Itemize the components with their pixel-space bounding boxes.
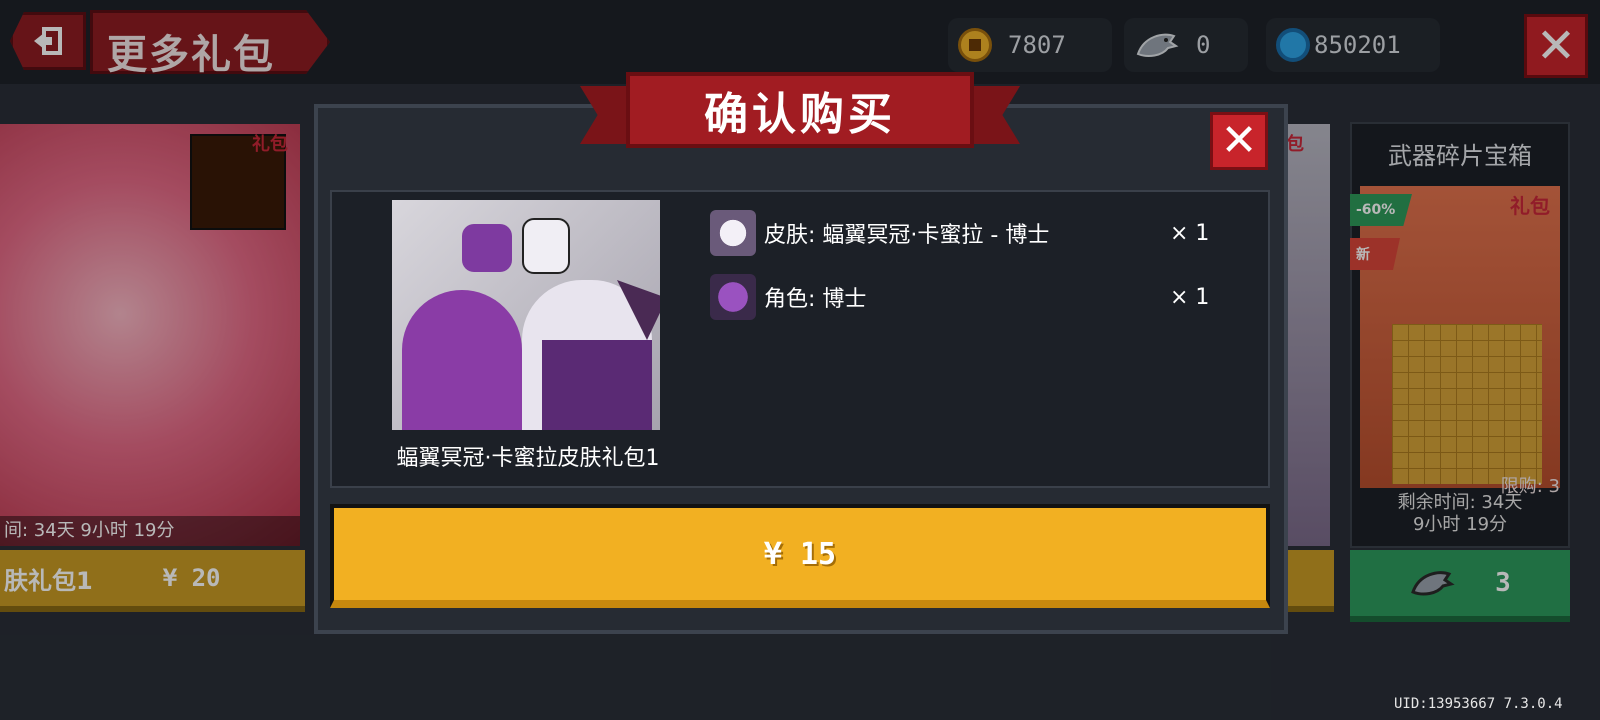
art-chibi-1: [462, 224, 512, 272]
art-character-1: [402, 290, 522, 430]
pack-name: 蝠翼冥冠·卡蜜拉皮肤礼包1: [396, 446, 660, 471]
item-row-character: 角色: 博士 × 1: [710, 272, 1210, 322]
dialog-title-ribbon: 确认购买: [580, 72, 1020, 162]
pack-image: [392, 200, 660, 430]
buy-price: ¥ 15: [763, 536, 837, 572]
uid-version-label: UID:13953667 7.3.0.4: [1394, 696, 1563, 712]
art-dress: [542, 340, 652, 430]
dialog-close-button[interactable]: ✕: [1210, 112, 1268, 170]
art-chibi-2: [522, 218, 570, 274]
skin-portrait-icon: [710, 210, 756, 256]
character-portrait-icon: [710, 274, 756, 320]
dialog-title: 确认购买: [704, 89, 896, 140]
item-label: 皮肤: 蝠翼冥冠·卡蜜拉 - 博士: [764, 223, 1050, 248]
item-quantity: × 1: [1170, 220, 1210, 246]
buy-button[interactable]: ¥ 15: [330, 504, 1270, 608]
item-quantity: × 1: [1170, 284, 1210, 310]
item-row-skin: 皮肤: 蝠翼冥冠·卡蜜拉 - 博士 × 1: [710, 208, 1210, 258]
item-label: 角色: 博士: [764, 287, 867, 312]
ribbon-main: 确认购买: [626, 72, 974, 148]
close-icon: ✕: [1220, 115, 1258, 166]
